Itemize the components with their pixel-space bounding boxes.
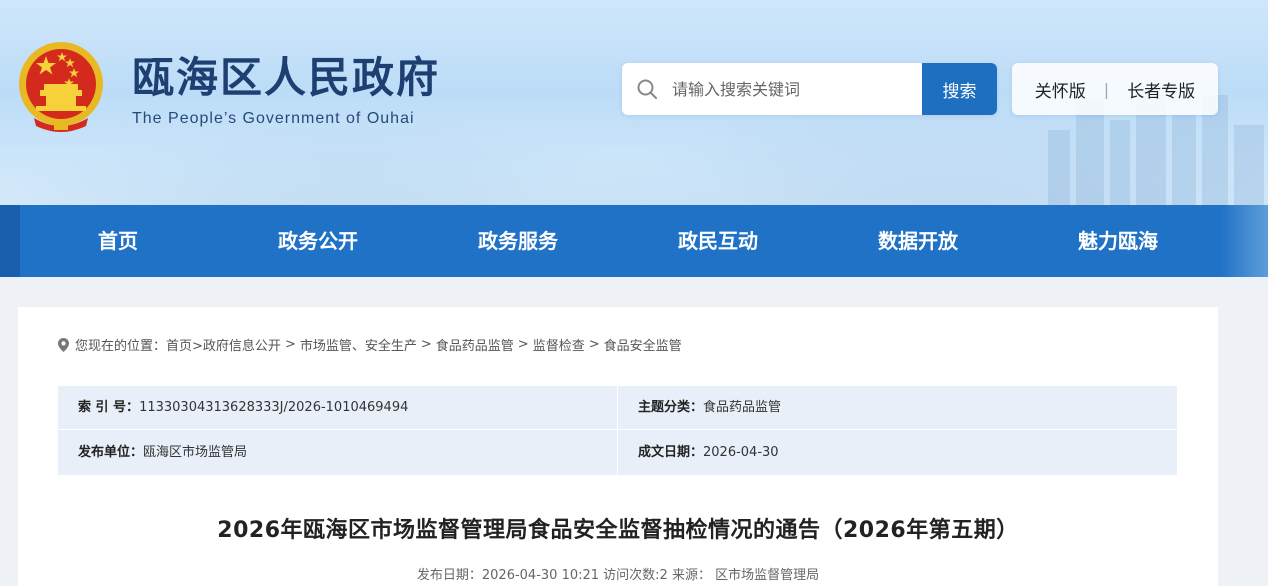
- meta-row: 索 引 号：11330304313628333J/2026-1010469494…: [58, 386, 1177, 430]
- meta-publisher-value: 瓯海区市场监管局: [143, 445, 248, 460]
- search-box: 搜索: [622, 63, 997, 115]
- meta-publisher: 发布单位：瓯海区市场监管局: [78, 431, 618, 475]
- breadcrumb-separator: >: [517, 337, 529, 352]
- meta-index: 索 引 号：11330304313628333J/2026-1010469494: [78, 386, 618, 430]
- meta-index-value: 11330304313628333J/2026-1010469494: [139, 400, 409, 415]
- document-meta-table: 索 引 号：11330304313628333J/2026-1010469494…: [58, 386, 1177, 475]
- meta-row: 发布单位：瓯海区市场监管局 成文日期：2026-04-30: [58, 431, 1177, 475]
- search-input[interactable]: [672, 63, 922, 115]
- site-subtitle: The People’s Government of Ouhai: [132, 110, 415, 127]
- nav-item-open-data[interactable]: 数据开放: [818, 205, 1018, 277]
- nav-decoration: [1220, 205, 1268, 277]
- meta-date-label: 成文日期：: [638, 445, 704, 460]
- meta-date-value: 2026-04-30: [703, 445, 779, 460]
- nav-decoration: [0, 205, 20, 277]
- nav-item-government-affairs-open[interactable]: 政务公开: [218, 205, 418, 277]
- breadcrumb-separator: >: [420, 337, 432, 352]
- nav-item-government-services[interactable]: 政务服务: [418, 205, 618, 277]
- elder-mode-link[interactable]: 长者专版: [1127, 77, 1195, 102]
- search-icon: [622, 63, 672, 115]
- breadcrumb-link-gov-info[interactable]: 政府信息公开: [203, 335, 281, 354]
- main-navigation: 首页 政务公开 政务服务 政民互动 数据开放 魅力瓯海: [0, 205, 1268, 277]
- article-container: 您现在的位置： 首页> 政府信息公开 > 市场监管、安全生产 > 食品药品监管 …: [18, 307, 1218, 586]
- article-publish-info: 发布日期：2026-04-30 10:21 访问次数:2 来源： 区市场监督管理…: [416, 568, 820, 583]
- breadcrumb-separator: >: [588, 337, 600, 352]
- meta-topic-label: 主题分类：: [638, 400, 704, 415]
- meta-topic-value: 食品药品监管: [703, 400, 782, 415]
- accessibility-mode-switcher: 关怀版 | 长者专版: [1012, 63, 1218, 115]
- breadcrumb-prefix: 您现在的位置：: [75, 339, 167, 354]
- site-header: 瓯海区人民政府 The People’s Government of Ouhai…: [0, 0, 1268, 205]
- breadcrumb-link-home[interactable]: 首页>: [166, 335, 203, 354]
- breadcrumb-link-food-drug[interactable]: 食品药品监管: [436, 335, 514, 354]
- care-mode-link[interactable]: 关怀版: [1035, 77, 1086, 102]
- mode-divider: |: [1103, 79, 1110, 99]
- breadcrumb: 您现在的位置： 首页> 政府信息公开 > 市场监管、安全生产 > 食品药品监管 …: [58, 335, 682, 354]
- breadcrumb-link-inspection[interactable]: 监督检查: [533, 335, 585, 354]
- article-title: 2026年瓯海区市场监督管理局食品安全监督抽检情况的通告（2026年第五期）: [217, 518, 1019, 543]
- breadcrumb-separator: >: [284, 337, 296, 352]
- site-title: 瓯海区人民政府: [132, 53, 441, 102]
- location-pin-icon: [58, 337, 69, 352]
- nav-item-home[interactable]: 首页: [18, 205, 218, 277]
- meta-date: 成文日期：2026-04-30: [638, 431, 1158, 475]
- meta-topic: 主题分类：食品药品监管: [638, 386, 1158, 430]
- meta-index-label: 索 引 号：: [78, 400, 140, 415]
- breadcrumb-link-market-safety[interactable]: 市场监管、安全生产: [300, 335, 417, 354]
- national-emblem-icon: [19, 42, 103, 132]
- nav-item-charm-ouhai[interactable]: 魅力瓯海: [1018, 205, 1218, 277]
- nav-item-interaction[interactable]: 政民互动: [618, 205, 818, 277]
- breadcrumb-link-food-safety[interactable]: 食品安全监管: [604, 335, 682, 354]
- search-button[interactable]: 搜索: [922, 63, 997, 115]
- meta-publisher-label: 发布单位：: [78, 445, 144, 460]
